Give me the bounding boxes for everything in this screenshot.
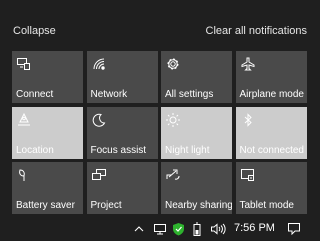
share-icon xyxy=(165,167,181,183)
volume-icon[interactable] xyxy=(209,220,227,237)
tile-label: Location xyxy=(16,144,54,156)
network-icon xyxy=(91,56,107,72)
tile-label: Airplane mode xyxy=(239,89,304,100)
tile-label: Not connected xyxy=(239,144,305,156)
tile-label: All settings xyxy=(165,89,214,100)
gear-icon xyxy=(165,56,181,72)
battery-saver-icon xyxy=(16,167,32,183)
clock[interactable]: 7:56 PM xyxy=(234,222,275,234)
tile-focus-assist[interactable]: Focus assist xyxy=(86,106,158,159)
tile-bluetooth[interactable]: Not connected xyxy=(235,106,307,159)
sun-icon xyxy=(165,112,181,128)
notification-icon[interactable] xyxy=(286,220,302,237)
action-center-header: Collapse Clear all notifications xyxy=(0,0,320,50)
airplane-icon xyxy=(240,56,256,72)
tile-tablet-mode[interactable]: Tablet mode xyxy=(235,162,307,214)
tile-label: Nearby sharing xyxy=(165,200,232,211)
tile-label: Night light xyxy=(165,144,210,156)
tile-battery-saver[interactable]: Battery saver xyxy=(12,162,83,214)
quick-actions-grid: Connect Network All settings Airplane mo… xyxy=(12,51,307,214)
tile-label: Battery saver xyxy=(16,200,75,211)
moon-icon xyxy=(91,112,107,128)
tile-label: Tablet mode xyxy=(239,200,294,211)
clear-all-notifications-button[interactable]: Clear all notifications xyxy=(206,25,308,37)
tile-night-light[interactable]: Night light xyxy=(161,106,232,159)
tile-label: Project xyxy=(90,200,122,211)
chevron-up-icon[interactable] xyxy=(132,220,146,237)
tile-nearby-sharing[interactable]: Nearby sharing xyxy=(161,162,232,214)
tile-connect[interactable]: Connect xyxy=(12,51,83,103)
tile-label: Focus assist xyxy=(90,144,147,156)
bluetooth-icon xyxy=(240,112,256,128)
taskbar: 7:56 PM xyxy=(0,216,320,241)
project-icon xyxy=(91,167,107,183)
tablet-mode-icon xyxy=(240,167,256,183)
tile-label: Connect xyxy=(16,89,54,100)
tile-location[interactable]: Location xyxy=(12,106,83,159)
battery-icon[interactable] xyxy=(191,220,203,237)
tile-project[interactable]: Project xyxy=(86,162,158,214)
tile-airplane-mode[interactable]: Airplane mode xyxy=(235,51,307,103)
location-icon xyxy=(16,112,32,128)
tile-network[interactable]: Network xyxy=(86,51,158,103)
defender-icon[interactable] xyxy=(171,220,185,237)
connect-icon xyxy=(16,56,32,72)
tile-all-settings[interactable]: All settings xyxy=(161,51,232,103)
collapse-button[interactable]: Collapse xyxy=(13,25,56,37)
network-status-icon[interactable] xyxy=(152,220,168,237)
tile-label: Network xyxy=(90,89,128,100)
